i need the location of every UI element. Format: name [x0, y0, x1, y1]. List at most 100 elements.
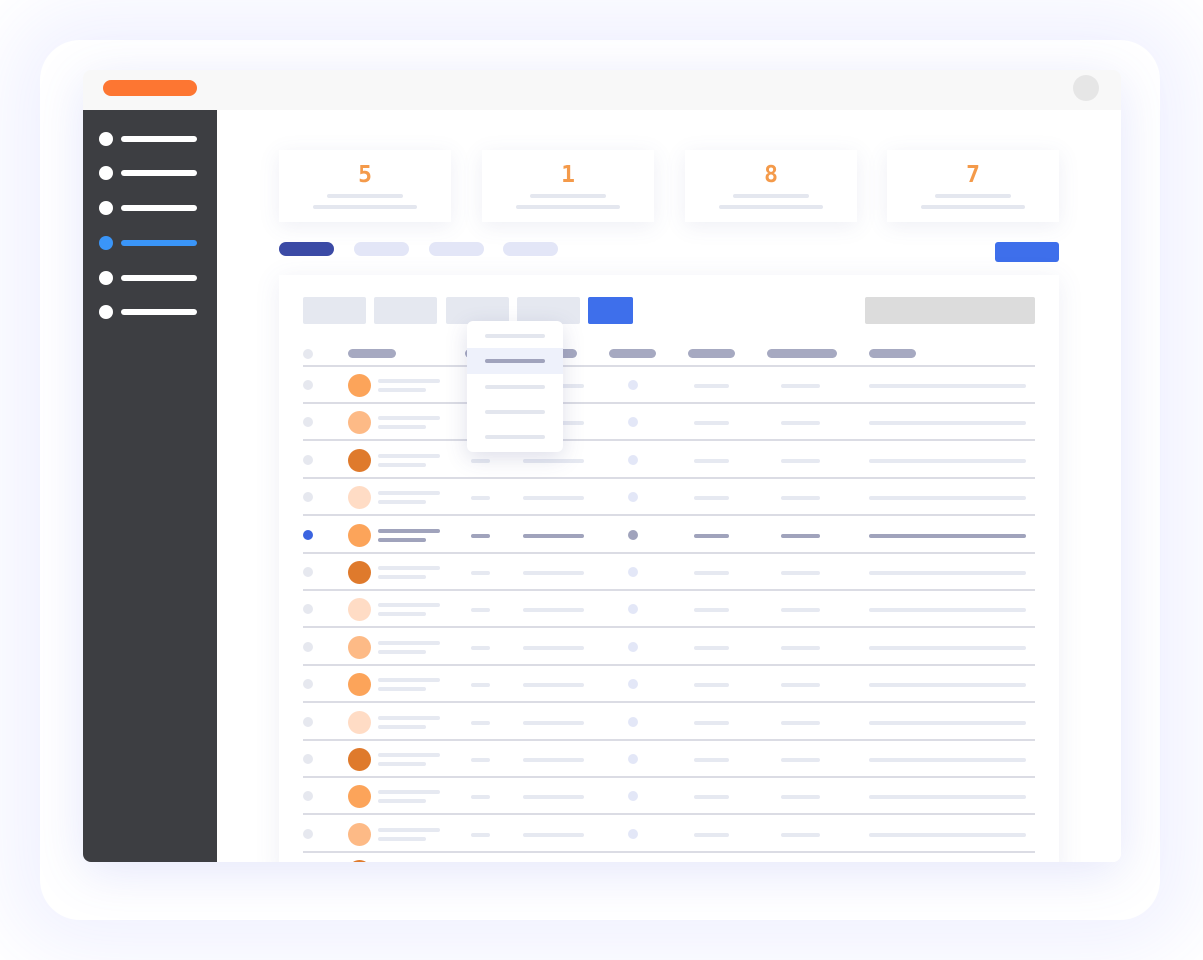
table-row[interactable]: [279, 404, 1059, 440]
row-checkbox[interactable]: [303, 492, 313, 503]
row-subtitle: [378, 649, 426, 654]
row-checkbox[interactable]: [303, 604, 313, 615]
row-status-dot: [628, 417, 638, 428]
table-row[interactable]: [279, 704, 1059, 740]
tab-3[interactable]: [429, 242, 484, 256]
column-header[interactable]: [767, 349, 837, 358]
dropdown-option-active[interactable]: [467, 348, 563, 374]
sidebar-item-label: [121, 275, 197, 281]
row-checkbox[interactable]: [303, 791, 313, 802]
tab-2[interactable]: [354, 242, 409, 256]
sidebar-item-5[interactable]: [99, 271, 199, 285]
row-status-dot: [628, 380, 638, 390]
row-cell: [471, 608, 490, 613]
stat-value: 8: [764, 162, 778, 188]
table-row[interactable]: [279, 853, 1059, 862]
row-cell: [781, 608, 820, 613]
avatar: [348, 673, 371, 697]
row-cell: [869, 533, 1026, 538]
select-all-checkbox[interactable]: [303, 349, 313, 359]
column-header[interactable]: [348, 349, 396, 358]
table-row[interactable]: [279, 591, 1059, 627]
dot-icon: [99, 236, 113, 250]
app-logo-pill: [103, 80, 197, 96]
row-checkbox[interactable]: [303, 828, 313, 839]
row-cell: [694, 683, 729, 688]
row-checkbox[interactable]: [303, 529, 313, 540]
sidebar-item-label: [121, 240, 197, 246]
search-input[interactable]: [865, 297, 1035, 324]
row-subtitle: [378, 425, 426, 430]
stat-value: 5: [358, 162, 372, 188]
column-header[interactable]: [688, 349, 735, 358]
stat-card-3[interactable]: 8: [685, 150, 857, 222]
primary-action-button[interactable]: [995, 242, 1059, 262]
table-row[interactable]: [279, 629, 1059, 665]
stat-card-2[interactable]: 1: [482, 150, 654, 222]
row-status-dot: [628, 679, 638, 690]
row-name: [378, 416, 440, 421]
row-cell: [694, 720, 729, 725]
stat-sublabel: [313, 205, 417, 209]
row-cell: [869, 683, 1026, 688]
table-row[interactable]: [279, 479, 1059, 515]
dot-icon: [99, 271, 113, 285]
dropdown-option[interactable]: [467, 323, 563, 349]
row-cell: [869, 832, 1026, 837]
row-checkbox[interactable]: [303, 716, 313, 727]
tab-1-active[interactable]: [279, 242, 334, 256]
sidebar-item-6[interactable]: [99, 305, 199, 319]
sidebar-item-label: [121, 205, 197, 211]
row-subtitle: [378, 762, 426, 766]
sidebar-item-2[interactable]: [99, 166, 199, 180]
table-row[interactable]: [279, 741, 1059, 777]
sidebar-item-4-active[interactable]: [99, 236, 199, 250]
table-row-selected[interactable]: [279, 517, 1059, 553]
row-checkbox[interactable]: [303, 454, 313, 465]
table-row[interactable]: [279, 816, 1059, 852]
table-row[interactable]: [279, 778, 1059, 814]
column-header[interactable]: [869, 349, 916, 358]
dropdown-option[interactable]: [467, 399, 563, 425]
filter-field-1[interactable]: [303, 297, 366, 324]
column-header[interactable]: [609, 349, 656, 358]
stat-card-1[interactable]: 5: [279, 150, 451, 222]
tab-4[interactable]: [503, 242, 558, 256]
row-cell: [781, 683, 820, 688]
row-cell: [781, 832, 820, 837]
row-checkbox[interactable]: [303, 417, 313, 428]
table-row[interactable]: [279, 666, 1059, 702]
row-name: [378, 678, 440, 683]
dropdown-option[interactable]: [467, 374, 563, 400]
row-checkbox[interactable]: [303, 641, 313, 652]
row-cell: [869, 496, 1026, 501]
row-checkbox[interactable]: [303, 679, 313, 690]
stat-card-4[interactable]: 7: [887, 150, 1059, 222]
filter-apply-button[interactable]: [588, 297, 633, 324]
row-status-dot: [628, 828, 638, 839]
table-row[interactable]: [279, 442, 1059, 478]
main-content: 5 1 8 7: [217, 110, 1121, 862]
user-avatar[interactable]: [1073, 75, 1099, 101]
table-row[interactable]: [279, 367, 1059, 403]
row-checkbox[interactable]: [303, 567, 313, 577]
avatar: [348, 486, 371, 510]
row-checkbox[interactable]: [303, 754, 313, 764]
table-row[interactable]: [279, 554, 1059, 590]
sidebar-item-label: [121, 136, 197, 142]
dropdown-option[interactable]: [467, 424, 563, 450]
row-checkbox[interactable]: [303, 380, 313, 390]
sidebar-item-label: [121, 309, 197, 315]
sidebar-item-3[interactable]: [99, 201, 199, 215]
row-name: [378, 640, 440, 645]
row-cell: [869, 421, 1026, 426]
filter-field-3[interactable]: [446, 297, 509, 324]
dropdown-option-label: [485, 410, 545, 414]
row-cell: [523, 608, 584, 613]
row-cell: [471, 758, 490, 762]
sidebar-item-1[interactable]: [99, 132, 199, 146]
filter-field-2[interactable]: [374, 297, 437, 324]
filter-field-4[interactable]: [517, 297, 580, 324]
row-subtitle: [378, 500, 426, 505]
row-cell: [471, 458, 490, 463]
